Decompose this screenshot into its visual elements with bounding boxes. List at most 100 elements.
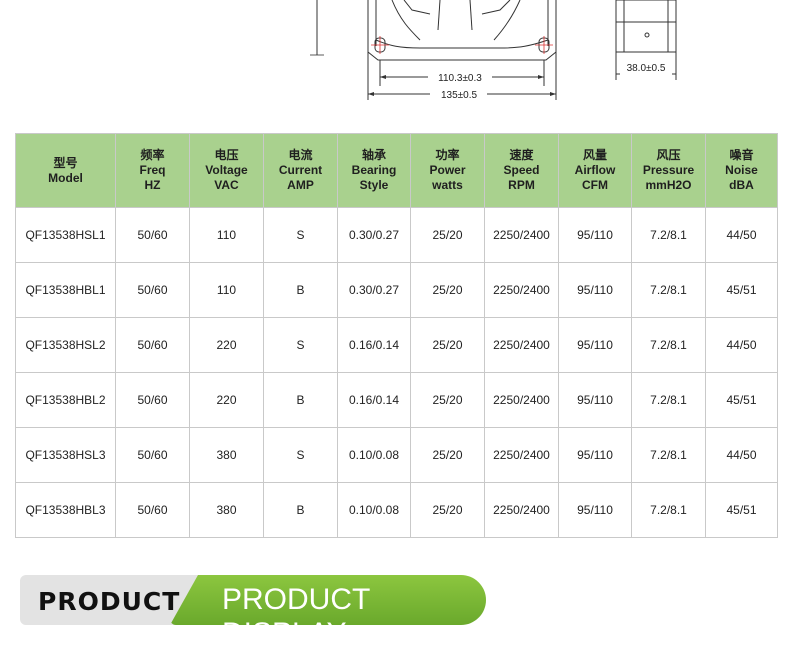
banner-product-label: PRODUCT — [38, 587, 181, 616]
table-cell: 95/110 — [558, 207, 632, 263]
column-header: 型号 Model — [15, 133, 116, 208]
table-cell: 45/51 — [705, 482, 778, 538]
column-header-en1: Speed — [503, 163, 540, 177]
column-header-en2: mmH2O — [645, 178, 692, 192]
table-cell: B — [263, 372, 338, 428]
column-header-en1: Freq — [139, 163, 166, 177]
dim-depth-label: 38.0±0.5 — [627, 63, 666, 74]
column-header: 频率 Freq HZ — [115, 133, 190, 208]
column-header: 电流 Current AMP — [263, 133, 338, 208]
table-cell: QF13538HBL2 — [15, 372, 116, 428]
column-header-en2: dBA — [729, 178, 754, 192]
table-cell: S — [263, 317, 338, 373]
column-header-cn: 速度 — [509, 148, 534, 162]
banner-right-panel: PRODUCT DISPLAY — [170, 575, 486, 625]
table-row: QF13538HSL2 50/60 220 S 0.16/0.14 25/20 2250/2… — [15, 317, 778, 373]
dim-inner-label: 110.3±0.3 — [438, 73, 482, 84]
column-header-en2: VAC — [214, 178, 239, 192]
table-cell: 380 — [189, 427, 264, 483]
table-cell: 50/60 — [115, 372, 190, 428]
banner-left-panel: PRODUCT — [20, 575, 200, 625]
column-header-en2: AMP — [287, 178, 314, 192]
table-header-row: 型号 Model 频率 Freq HZ 电压 Voltage VAC 电流 Current AMP 轴… — [15, 133, 778, 208]
column-header-cn: 轴承 — [361, 148, 386, 162]
table-cell: 110 — [189, 262, 264, 318]
table-cell: 2250/2400 — [484, 317, 559, 373]
table-cell: 44/50 — [705, 207, 778, 263]
column-header-en2: watts — [432, 178, 463, 192]
table-cell: 45/51 — [705, 262, 778, 318]
column-header: 电压 Voltage VAC — [189, 133, 264, 208]
table-cell: 0.10/0.08 — [337, 482, 411, 538]
table-cell: 50/60 — [115, 427, 190, 483]
column-header-en1: Pressure — [642, 163, 695, 177]
column-header-en1: Airflow — [574, 163, 616, 177]
column-header-en1: Model — [48, 170, 83, 185]
table-cell: 95/110 — [558, 427, 632, 483]
column-header-cn: 型号 — [53, 155, 78, 170]
table-cell: S — [263, 427, 338, 483]
table-cell: S — [263, 207, 338, 263]
table-cell: 0.16/0.14 — [337, 317, 411, 373]
column-header: 轴承 Bearing Style — [337, 133, 411, 208]
table-cell: 44/50 — [705, 427, 778, 483]
table-cell: 95/110 — [558, 262, 632, 318]
table-cell: 220 — [189, 317, 264, 373]
column-header-en2: HZ — [144, 178, 161, 192]
column-header-cn: 频率 — [140, 148, 165, 162]
table-cell: 2250/2400 — [484, 482, 559, 538]
table-cell: 7.2/8.1 — [631, 262, 706, 318]
table-row: QF13538HBL1 50/60 110 B 0.30/0.27 25/20 2250/2… — [15, 262, 778, 318]
table-cell: 25/20 — [410, 207, 485, 263]
fan-spec-table: 型号 Model 频率 Freq HZ 电压 Voltage VAC 电流 Current AMP 轴… — [15, 133, 778, 538]
table-cell: 45/51 — [705, 372, 778, 428]
table-cell: QF13538HBL1 — [15, 262, 116, 318]
table-cell: 50/60 — [115, 262, 190, 318]
table-cell: 50/60 — [115, 207, 190, 263]
dim-outer-label: 135±0.5 — [441, 90, 478, 101]
table-cell: 25/20 — [410, 427, 485, 483]
column-header-en1: Noise — [725, 163, 758, 177]
column-header-cn: 风量 — [582, 148, 607, 162]
column-header-cn: 功率 — [435, 148, 460, 162]
table-cell: 50/60 — [115, 317, 190, 373]
column-header: 风量 Airflow CFM — [558, 133, 632, 208]
table-row: QF13538HSL3 50/60 380 S 0.10/0.08 25/20 2250/2… — [15, 427, 778, 483]
column-header-en1: Power — [429, 163, 466, 177]
table-cell: 7.2/8.1 — [631, 317, 706, 373]
table-cell: B — [263, 482, 338, 538]
column-header: 速度 Speed RPM — [484, 133, 559, 208]
table-cell: 7.2/8.1 — [631, 427, 706, 483]
table-cell: 2250/2400 — [484, 262, 559, 318]
table-cell: 2250/2400 — [484, 372, 559, 428]
table-cell: QF13538HSL2 — [15, 317, 116, 373]
table-cell: 25/20 — [410, 262, 485, 318]
table-cell: 7.2/8.1 — [631, 482, 706, 538]
column-header-en2: Style — [359, 178, 389, 192]
table-cell: 0.30/0.27 — [337, 207, 411, 263]
column-header-en1: Current — [278, 163, 323, 177]
table-cell: 110 — [189, 207, 264, 263]
table-cell: 25/20 — [410, 372, 485, 428]
column-header-cn: 电流 — [288, 148, 313, 162]
table-cell: B — [263, 262, 338, 318]
column-header-en1: Voltage — [205, 163, 248, 177]
table-cell: 220 — [189, 372, 264, 428]
table-cell: 2250/2400 — [484, 207, 559, 263]
table-cell: 0.10/0.08 — [337, 427, 411, 483]
product-display-banner: PRODUCT PRODUCT DISPLAY — [20, 575, 490, 625]
table-cell: 95/110 — [558, 482, 632, 538]
fan-dimension-drawing: 110.3±0.3 135±0.5 38.0±0.5 — [310, 0, 677, 101]
table-cell: 25/20 — [410, 317, 485, 373]
column-header-en2: RPM — [508, 178, 535, 192]
table-cell: 2250/2400 — [484, 427, 559, 483]
table-cell: 25/20 — [410, 482, 485, 538]
column-header-cn: 噪音 — [729, 148, 754, 162]
table-cell: 7.2/8.1 — [631, 207, 706, 263]
table-cell: 0.16/0.14 — [337, 372, 411, 428]
column-header-cn: 电压 — [214, 148, 239, 162]
column-header-en1: Bearing — [351, 163, 397, 177]
table-cell: 50/60 — [115, 482, 190, 538]
table-cell: QF13538HSL1 — [15, 207, 116, 263]
table-cell: 7.2/8.1 — [631, 372, 706, 428]
